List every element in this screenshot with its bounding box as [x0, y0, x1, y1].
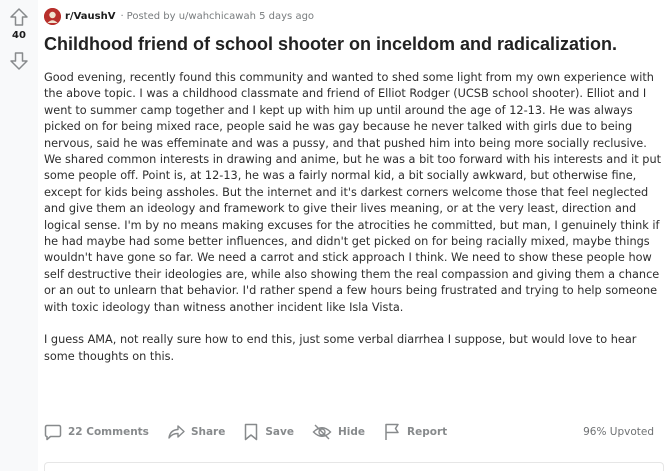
post-paragraph: Good evening, recently found this commun…: [44, 71, 662, 314]
eye-slash-icon: [312, 424, 332, 440]
report-label: Report: [407, 426, 448, 438]
comment-box-edge[interactable]: [44, 462, 664, 471]
share-arrow-icon: [168, 425, 185, 439]
save-label: Save: [265, 426, 294, 438]
vote-count: 40: [12, 30, 26, 41]
post-title[interactable]: Childhood friend of school shooter on in…: [44, 33, 664, 55]
subreddit-avatar-icon: [44, 7, 61, 25]
hide-button[interactable]: Hide: [312, 423, 365, 441]
arrow-down-icon: [10, 52, 28, 70]
vote-column: 40: [0, 0, 38, 471]
share-label: Share: [190, 426, 226, 438]
bookmark-icon: [245, 423, 258, 441]
hide-label: Hide: [338, 426, 366, 438]
post-actions-bar: 22 Comments Share Save Hide Report 96% U…: [44, 421, 654, 443]
meta-separator: ·: [120, 10, 124, 22]
upvote-button[interactable]: [8, 6, 30, 28]
share-button[interactable]: Share: [167, 423, 225, 441]
post-paragraph: I guess AMA, not really sure how to end …: [44, 333, 637, 363]
post-body: Good evening, recently found this commun…: [44, 70, 662, 381]
posted-by: Posted by u/wahchicawah 5 days ago: [126, 10, 315, 22]
subreddit-link[interactable]: r/VaushV: [65, 11, 115, 22]
upvote-ratio: 96% Upvoted: [583, 426, 654, 438]
flag-icon: [385, 423, 399, 440]
post-meta: r/VaushV · Posted by u/wahchicawah 5 day…: [44, 6, 314, 26]
comments-button[interactable]: 22 Comments: [44, 423, 149, 441]
comment-bubble-icon: [44, 424, 62, 441]
comments-label: 22 Comments: [68, 426, 149, 438]
subreddit-avatar[interactable]: [44, 7, 61, 25]
save-button[interactable]: Save: [243, 423, 294, 441]
arrow-up-icon: [10, 8, 28, 26]
report-button[interactable]: Report: [383, 423, 447, 441]
downvote-button[interactable]: [8, 50, 30, 72]
